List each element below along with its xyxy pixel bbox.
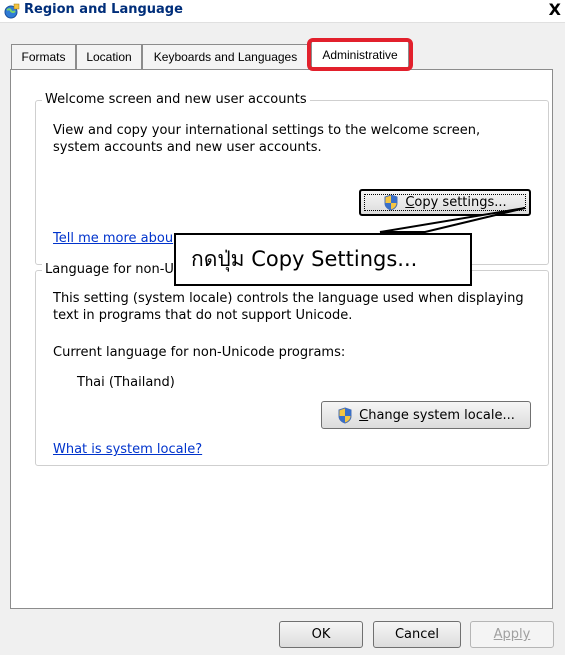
callout-annotation: กดปุ่ม Copy Settings... [174,233,472,286]
window-title: Region and Language [24,2,183,17]
globe-icon [4,3,20,19]
what-is-system-locale-link[interactable]: What is system locale? [53,442,202,457]
uac-shield-icon [384,194,398,211]
locale-description: This setting (system locale) controls th… [53,291,524,323]
ok-button[interactable]: OK [279,621,363,648]
tab-keyboards-and-languages[interactable]: Keyboards and Languages [142,44,309,69]
welcome-group-legend: Welcome screen and new user accounts [42,92,310,107]
close-button[interactable]: X [549,0,561,19]
dialog-button-bar: OK Cancel Apply [0,615,565,655]
tab-location[interactable]: Location [76,44,142,69]
welcome-description: View and copy your international setting… [53,123,481,155]
tell-me-more-link[interactable]: Tell me more abou [53,231,173,246]
apply-button[interactable]: Apply [470,621,554,648]
locale-group-legend: Language for non-U [42,262,177,277]
tab-formats[interactable]: Formats [11,44,76,69]
cancel-button[interactable]: Cancel [373,621,461,648]
copy-settings-button[interactable]: Copy settings... [359,189,531,216]
tab-panel: Welcome screen and new user accounts Vie… [10,69,553,609]
title-bar: Region and Language X [0,0,565,23]
uac-shield-icon [338,406,352,424]
current-language-value: Thai (Thailand) [77,375,175,390]
copy-settings-label: Copy settings... [405,195,507,210]
change-system-locale-button[interactable]: Change system locale... [321,401,531,429]
current-language-label: Current language for non-Unicode program… [53,345,346,360]
tab-administrative[interactable]: Administrative [311,41,409,70]
change-system-locale-label: Change system locale... [359,407,515,423]
